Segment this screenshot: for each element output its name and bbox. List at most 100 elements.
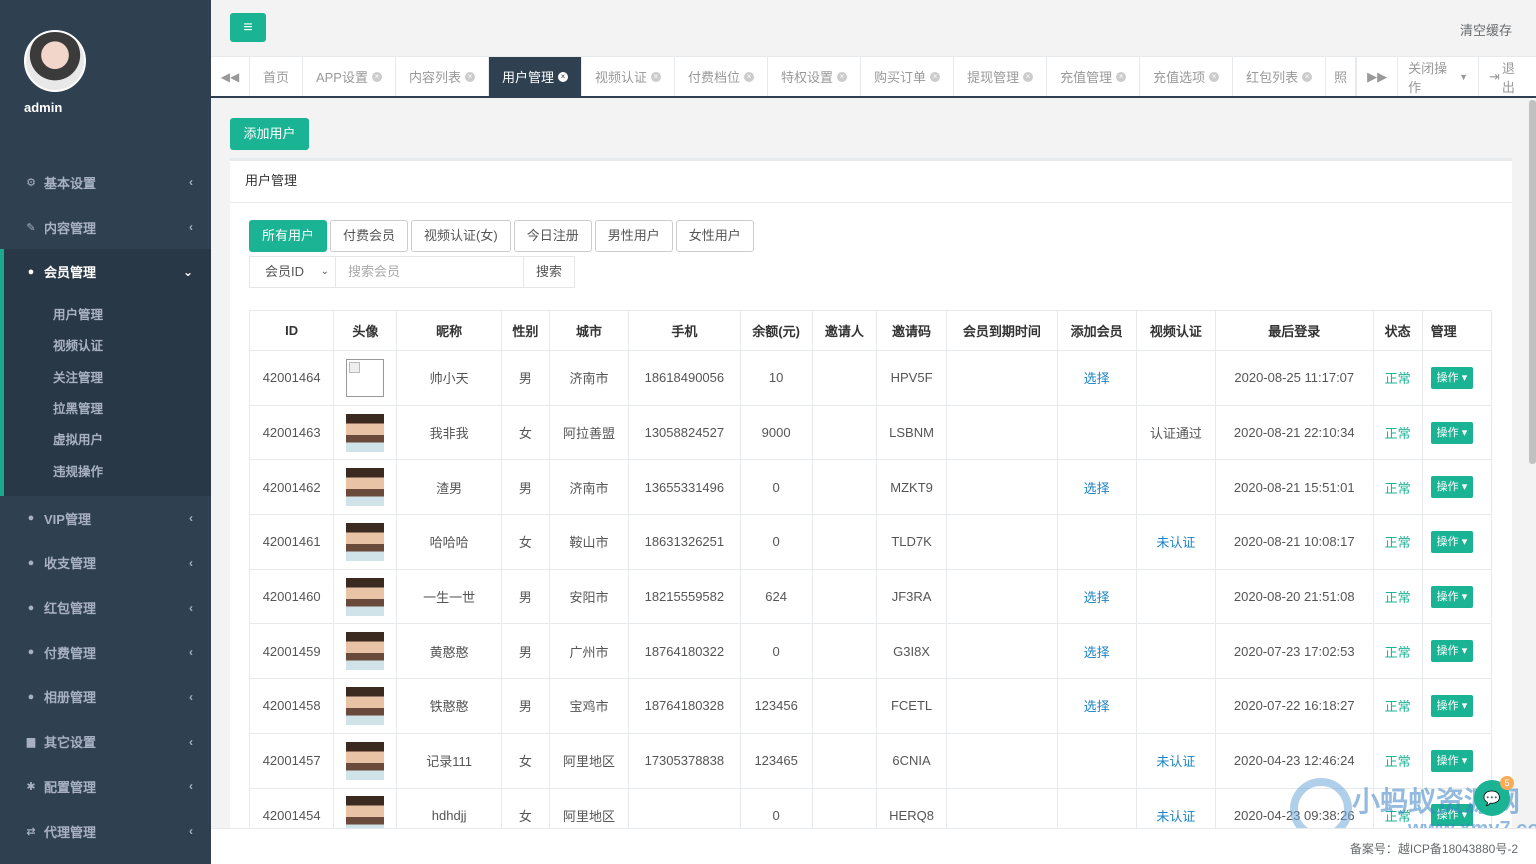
cell-status[interactable]: 正常 [1372, 404, 1423, 461]
close-icon[interactable]: × [1023, 71, 1034, 82]
table-row[interactable]: 42001458 铁憨憨男宝鸡市 18764180328 123456 FCETL 选择 2… [248, 678, 1493, 734]
tab-content-list[interactable]: 内容列表 × [396, 57, 489, 96]
cell-add [1056, 787, 1137, 828]
operate-dropdown-button[interactable]: 操作 ▾ [1430, 585, 1474, 608]
operate-dropdown-button[interactable]: 操作 ▾ [1430, 640, 1474, 663]
subnav-violations[interactable]: 违规操作 [4, 457, 211, 488]
add-user-button[interactable]: 添加用户 [230, 118, 309, 150]
user-avatar[interactable] [346, 686, 385, 725]
close-icon[interactable]: × [1209, 71, 1220, 82]
sidebar-item-basic-settings[interactable]: ⚙ 基本设置 ‹ [0, 160, 211, 205]
close-operations-dropdown[interactable]: 关闭操作 ▼ [1397, 57, 1478, 96]
menu-toggle-button[interactable]: ≡ [230, 13, 266, 42]
sidebar-item-finance[interactable]: ● 收支管理 ‹ [0, 541, 211, 586]
tab-app-settings[interactable]: APP设置 × [303, 57, 396, 96]
tab-orders[interactable]: 购买订单 × [861, 57, 955, 96]
cell-inviter [811, 404, 877, 461]
cell-id: 42001458 [248, 678, 335, 734]
tab-privilege[interactable]: 特权设置 × [768, 57, 862, 96]
sidebar-item-paid[interactable]: ● 付费管理 ‹ [0, 630, 211, 675]
cell-add[interactable]: 选择 [1056, 568, 1137, 625]
operate-dropdown-button[interactable]: 操作 ▾ [1430, 366, 1474, 389]
tabs-scroll-left-button[interactable]: ◀◀ [211, 57, 250, 96]
tab-recharge[interactable]: 充值管理 × [1047, 57, 1141, 96]
sidebar-item-members[interactable]: ● 会员管理 ⌄ [0, 249, 211, 295]
close-icon[interactable]: × [371, 71, 382, 82]
sidebar-item-config[interactable]: ✱ 配置管理 ‹ [0, 764, 211, 809]
cell-status[interactable]: 正常 [1372, 350, 1423, 406]
table-row[interactable]: 42001459 黄憨憨男广州市 18764180322 0 G3I8X 选择 2020-0… [248, 623, 1493, 680]
close-icon[interactable]: × [464, 71, 475, 82]
close-icon[interactable]: × [651, 71, 662, 82]
close-icon[interactable]: × [930, 71, 941, 82]
sidebar-item-vip[interactable]: ● VIP管理 ‹ [0, 496, 211, 541]
user-avatar[interactable] [346, 522, 385, 561]
cell-status[interactable]: 正常 [1372, 459, 1423, 516]
cell-status[interactable]: 正常 [1372, 568, 1423, 625]
chat-button[interactable]: 💬 5 [1474, 776, 1514, 816]
sidebar-item-agent[interactable]: ⇄ 代理管理 ‹ [0, 809, 211, 854]
close-icon[interactable]: × [744, 71, 755, 82]
sidebar-item-redpacket[interactable]: ● 红包管理 ‹ [0, 585, 211, 630]
logout-button[interactable]: ⇥ 退出 [1477, 57, 1536, 96]
sidebar-item-other[interactable]: ▆ 其它设置 ‹ [0, 719, 211, 764]
clear-cache-link[interactable]: 清空缓存 [1460, 20, 1512, 39]
table-row[interactable]: 42001462 渣男男济南市 13655331496 0 MZKT9 选择 2020-08… [248, 459, 1493, 516]
user-avatar[interactable] [346, 413, 385, 452]
cell-status[interactable]: 正常 [1372, 623, 1423, 680]
cell-add[interactable]: 选择 [1056, 350, 1137, 406]
cell-status[interactable]: 正常 [1372, 678, 1423, 734]
user-avatar[interactable] [346, 577, 385, 616]
close-icon[interactable]: × [837, 71, 848, 82]
search-button[interactable]: 搜索 [524, 256, 575, 288]
filter-paid-members[interactable]: 付费会员 [330, 220, 409, 252]
operate-dropdown-button[interactable]: 操作 ▾ [1430, 694, 1474, 717]
close-icon[interactable]: × [558, 71, 568, 82]
tab-photo[interactable]: 照 [1326, 57, 1357, 96]
avatar[interactable] [24, 30, 86, 92]
operate-dropdown-button[interactable]: 操作 ▾ [1430, 749, 1474, 772]
cell-add[interactable]: 选择 [1056, 459, 1137, 516]
sidebar-item-content[interactable]: ✎ 内容管理 ‹ [0, 205, 211, 250]
operate-dropdown-button[interactable]: 操作 ▾ [1430, 421, 1474, 444]
scrollbar[interactable] [1529, 100, 1536, 464]
subnav-video-verify[interactable]: 视频认证 [4, 331, 211, 362]
tab-home[interactable]: 首页 [250, 57, 303, 96]
sidebar-item-album[interactable]: ● 相册管理 ‹ [0, 675, 211, 720]
filter-video-verified-female[interactable]: 视频认证(女) [411, 220, 511, 252]
tab-withdraw[interactable]: 提现管理 × [954, 57, 1048, 96]
user-avatar[interactable] [346, 741, 385, 780]
cell-add[interactable]: 选择 [1056, 678, 1137, 734]
table-row[interactable]: 42001464 帅小天男济南市 18618490056 10 HPV5F 选择 2020-… [248, 350, 1493, 406]
operate-dropdown-button[interactable]: 操作 ▾ [1430, 476, 1474, 499]
table-row[interactable]: 42001463 我非我女阿拉善盟 13058824527 9000 LSBNM 认证通过… [248, 404, 1493, 461]
filter-female-users[interactable]: 女性用户 [675, 220, 754, 252]
cell-status[interactable]: 正常 [1372, 514, 1423, 570]
table-row[interactable]: 42001461 哈哈哈女鞍山市 18631326251 0 TLD7K 未认证 2020-… [248, 514, 1493, 570]
table-row[interactable]: 42001460 一生一世男安阳市 18215559582 624 JF3RA 选择 202… [248, 568, 1493, 625]
subnav-follow[interactable]: 关注管理 [4, 363, 211, 394]
search-field-select[interactable]: 会员ID ⌄ [249, 256, 336, 288]
search-input[interactable]: 搜索会员 [336, 256, 524, 288]
cell-add[interactable]: 选择 [1056, 623, 1137, 680]
subnav-block[interactable]: 拉黑管理 [4, 394, 211, 425]
tabs-scroll-right-button[interactable]: ▶▶ [1356, 57, 1397, 96]
user-avatar[interactable] [346, 358, 385, 397]
filter-all-users[interactable]: 所有用户 [249, 220, 328, 252]
user-avatar[interactable] [346, 796, 385, 828]
tab-video-verify[interactable]: 视频认证 × [582, 57, 676, 96]
profile-name[interactable]: admin [0, 100, 211, 115]
filter-today-registered[interactable]: 今日注册 [513, 220, 592, 252]
subnav-virtual-users[interactable]: 虚拟用户 [4, 425, 211, 456]
tab-user-management[interactable]: 用户管理 × [488, 57, 582, 96]
close-icon[interactable]: × [1302, 71, 1313, 82]
filter-male-users[interactable]: 男性用户 [594, 220, 673, 252]
tab-paid-tiers[interactable]: 付费档位 × [675, 57, 769, 96]
close-icon[interactable]: × [1116, 71, 1127, 82]
subnav-user-management[interactable]: 用户管理 [4, 300, 211, 331]
user-avatar[interactable] [346, 632, 385, 671]
tab-redpacket-list[interactable]: 红包列表 × [1233, 57, 1327, 96]
tab-recharge-options[interactable]: 充值选项 × [1140, 57, 1234, 96]
operate-dropdown-button[interactable]: 操作 ▾ [1430, 530, 1474, 553]
user-avatar[interactable] [346, 468, 385, 507]
